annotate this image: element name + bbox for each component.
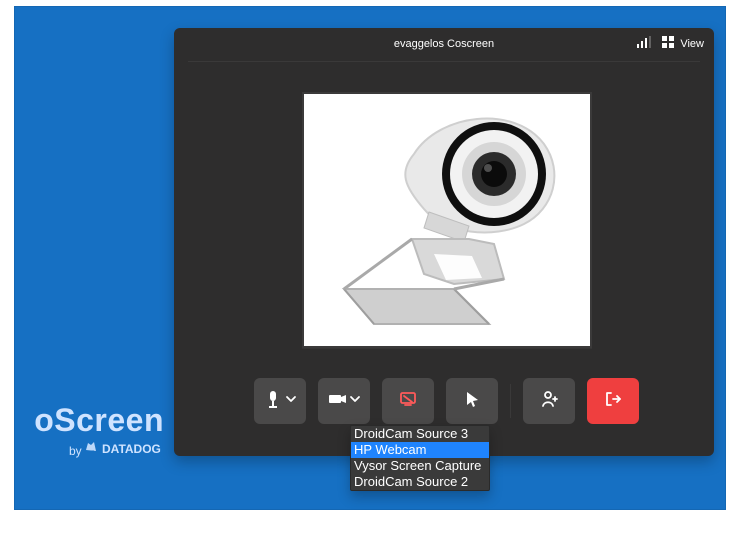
chevron-down-icon — [284, 392, 298, 411]
camera-option[interactable]: DroidCam Source 2 — [351, 474, 489, 490]
screen-share-button[interactable] — [382, 378, 434, 424]
window-title: evaggelos Coscreen — [393, 38, 495, 50]
grid-icon — [662, 36, 675, 51]
coscreen-window: evaggelos Coscreen View — [174, 28, 714, 456]
screen-share-off-icon — [397, 388, 419, 415]
chevron-down-icon — [348, 392, 362, 411]
camera-option[interactable]: Vysor Screen Capture — [351, 458, 489, 474]
camera-option[interactable]: HP Webcam — [351, 442, 489, 458]
brand-company: DATADOG — [102, 441, 161, 456]
leave-call-button[interactable] — [587, 378, 639, 424]
exit-icon — [602, 388, 624, 415]
window-toolbar: View — [636, 36, 704, 51]
camera-device-dropdown: DroidCam Source 3 HP Webcam Vysor Screen… — [350, 425, 490, 491]
signal-strength-icon — [636, 36, 652, 51]
brand-by: by — [69, 444, 82, 458]
add-user-icon — [538, 388, 560, 415]
webcam-video-tile — [302, 92, 592, 348]
camera-icon — [326, 388, 348, 415]
cursor-icon — [461, 388, 483, 415]
brand-name: oScreen — [34, 402, 164, 438]
camera-option[interactable]: DroidCam Source 3 — [351, 426, 489, 442]
pointer-button[interactable] — [446, 378, 498, 424]
microphone-icon — [262, 388, 284, 415]
window-divider — [188, 61, 700, 62]
controls-separator — [510, 384, 511, 418]
coscreen-brand: oScreen by DATADOG — [14, 402, 164, 462]
view-button[interactable]: View — [662, 36, 704, 51]
add-participant-button[interactable] — [523, 378, 575, 424]
datadog-mark: DATADOG — [84, 440, 161, 457]
view-label: View — [680, 37, 704, 50]
microphone-dropdown-button[interactable] — [254, 378, 306, 424]
camera-dropdown-button[interactable] — [318, 378, 370, 424]
datadog-icon — [84, 440, 98, 457]
webcam-image — [304, 94, 590, 346]
call-controls — [254, 378, 639, 424]
